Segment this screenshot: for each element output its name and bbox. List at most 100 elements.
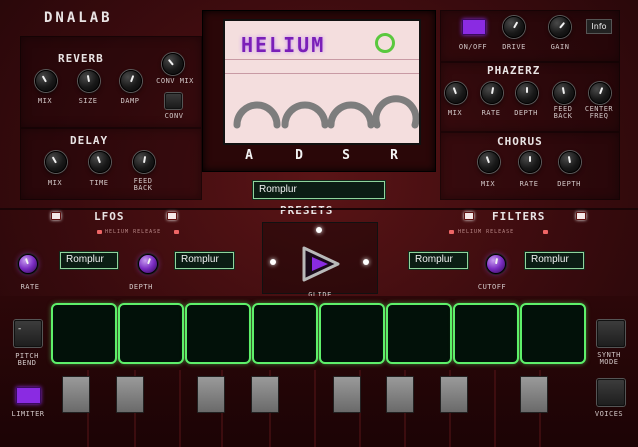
drive-knob[interactable] <box>503 16 525 38</box>
filters-hint: HELIUM RELEASE <box>458 229 515 235</box>
conv-toggle[interactable] <box>165 93 182 109</box>
phazerz-center-freq-knob[interactable] <box>589 82 611 104</box>
conv-mix-label: CONV MIX <box>156 77 194 85</box>
lfo-hint-icon-2 <box>174 230 179 234</box>
synth-mode-box[interactable] <box>597 320 625 347</box>
brand-logo: DNALAB <box>44 10 113 26</box>
filter-cutoff-label: CUTOFF <box>477 283 507 291</box>
black-key-8[interactable] <box>520 376 548 413</box>
drive-label: DRIVE <box>502 43 526 51</box>
lfo-led-left[interactable] <box>51 212 61 220</box>
phazerz-depth-label: DEPTH <box>514 109 538 117</box>
lfo-depth-knob[interactable] <box>138 254 158 274</box>
pitch-bend-value: - <box>18 324 22 334</box>
adsr-gauges <box>233 95 419 129</box>
reverb-mix-label: MIX <box>37 97 53 105</box>
lfo-select-2[interactable]: Romplur <box>175 252 234 269</box>
black-key-4[interactable] <box>251 376 279 413</box>
display-divider <box>225 59 419 60</box>
play-button[interactable] <box>298 244 344 284</box>
pad-7[interactable] <box>453 303 519 364</box>
reverb-mix-knob[interactable] <box>35 70 57 92</box>
delay-time-knob[interactable] <box>89 151 111 173</box>
phazerz-feedback-knob[interactable] <box>553 82 575 104</box>
reverb-damp-knob[interactable] <box>120 70 142 92</box>
reverb-size-label: SIZE <box>78 97 98 105</box>
delay-title: DELAY <box>70 134 109 147</box>
info-button[interactable]: Info <box>586 19 612 34</box>
phazerz-rate-knob[interactable] <box>481 82 503 104</box>
adsr-sustain-label[interactable]: S <box>342 148 350 163</box>
display-screen: HELIUM <box>223 19 421 145</box>
chorus-depth-knob[interactable] <box>559 151 581 173</box>
voices-box[interactable] <box>597 379 625 406</box>
display-divider-2 <box>225 73 419 74</box>
pad-6[interactable] <box>386 303 452 364</box>
preset-select[interactable]: Romplur <box>253 181 385 199</box>
chorus-rate-knob[interactable] <box>519 151 541 173</box>
pad-1[interactable] <box>51 303 117 364</box>
adsr-attack-label[interactable]: A <box>245 148 253 163</box>
master-panel <box>440 10 620 62</box>
pitch-bend-box[interactable]: - <box>14 320 42 347</box>
reverb-size-knob[interactable] <box>78 70 100 92</box>
presets-title: PRESETS <box>280 204 334 217</box>
helium-plugin-window: DNALAB REVERB MIX SIZE DAMP CONV MIX CON… <box>0 0 638 447</box>
filter-led-right[interactable] <box>576 212 586 220</box>
glide-indicator-left <box>270 259 276 265</box>
lfo-select-1[interactable]: Romplur <box>60 252 118 269</box>
black-key-3[interactable] <box>197 376 225 413</box>
limiter-toggle[interactable] <box>16 387 41 404</box>
chorus-mix-knob[interactable] <box>478 151 500 173</box>
delay-time-label: TIME <box>89 179 109 187</box>
conv-mix-knob[interactable] <box>162 53 184 75</box>
delay-mix-knob[interactable] <box>45 151 67 173</box>
onoff-label: ON/OFF <box>458 43 488 51</box>
glide-indicator-top <box>316 227 322 233</box>
lfo-hint-icon <box>97 230 102 234</box>
adsr-release-label[interactable]: R <box>390 148 398 163</box>
voices-label: VOICES <box>594 410 624 418</box>
conv-label: CONV <box>164 112 184 120</box>
phazerz-feedback-label: FEED BACK <box>553 105 573 120</box>
lfo-rate-knob[interactable] <box>18 254 38 274</box>
phazerz-rate-label: RATE <box>481 109 501 117</box>
pad-2[interactable] <box>118 303 184 364</box>
pitch-bend-label: PITCH BEND <box>15 352 39 367</box>
delay-feedback-knob[interactable] <box>133 151 155 173</box>
black-key-1[interactable] <box>62 376 90 413</box>
black-key-7[interactable] <box>440 376 468 413</box>
black-key-5[interactable] <box>333 376 361 413</box>
filter-select-1[interactable]: Romplur <box>409 252 468 269</box>
filter-cutoff-knob[interactable] <box>486 254 506 274</box>
delay-mix-label: MIX <box>47 179 63 187</box>
pad-5[interactable] <box>319 303 385 364</box>
chorus-mix-label: MIX <box>480 180 496 188</box>
filter-hint-icon <box>449 230 454 234</box>
pad-3[interactable] <box>185 303 251 364</box>
chorus-depth-label: DEPTH <box>557 180 581 188</box>
helium-logo: HELIUM <box>241 33 326 57</box>
gain-knob[interactable] <box>549 16 571 38</box>
lfo-led-right[interactable] <box>167 212 177 220</box>
synth-mode-label: SYNTH MODE <box>597 351 621 366</box>
black-key-6[interactable] <box>386 376 414 413</box>
helium-logo-o-icon <box>375 33 395 53</box>
black-key-2[interactable] <box>116 376 144 413</box>
pad-4[interactable] <box>252 303 318 364</box>
filters-title: FILTERS <box>492 210 546 223</box>
phazerz-center-freq-label: CENTER FREQ <box>584 105 614 120</box>
delay-feedback-label: FEED BACK <box>133 177 153 192</box>
glide-indicator-right <box>363 259 369 265</box>
phazerz-mix-knob[interactable] <box>445 82 467 104</box>
lfo-depth-label: DEPTH <box>129 283 153 291</box>
pad-8[interactable] <box>520 303 586 364</box>
phazerz-depth-knob[interactable] <box>516 82 538 104</box>
onoff-toggle[interactable] <box>462 19 486 35</box>
adsr-decay-label[interactable]: D <box>295 148 303 163</box>
phazerz-mix-label: MIX <box>447 109 463 117</box>
reverb-title: REVERB <box>58 52 104 65</box>
filter-led-left[interactable] <box>464 212 474 220</box>
filter-select-2[interactable]: Romplur <box>525 252 584 269</box>
reverb-damp-label: DAMP <box>120 97 140 105</box>
